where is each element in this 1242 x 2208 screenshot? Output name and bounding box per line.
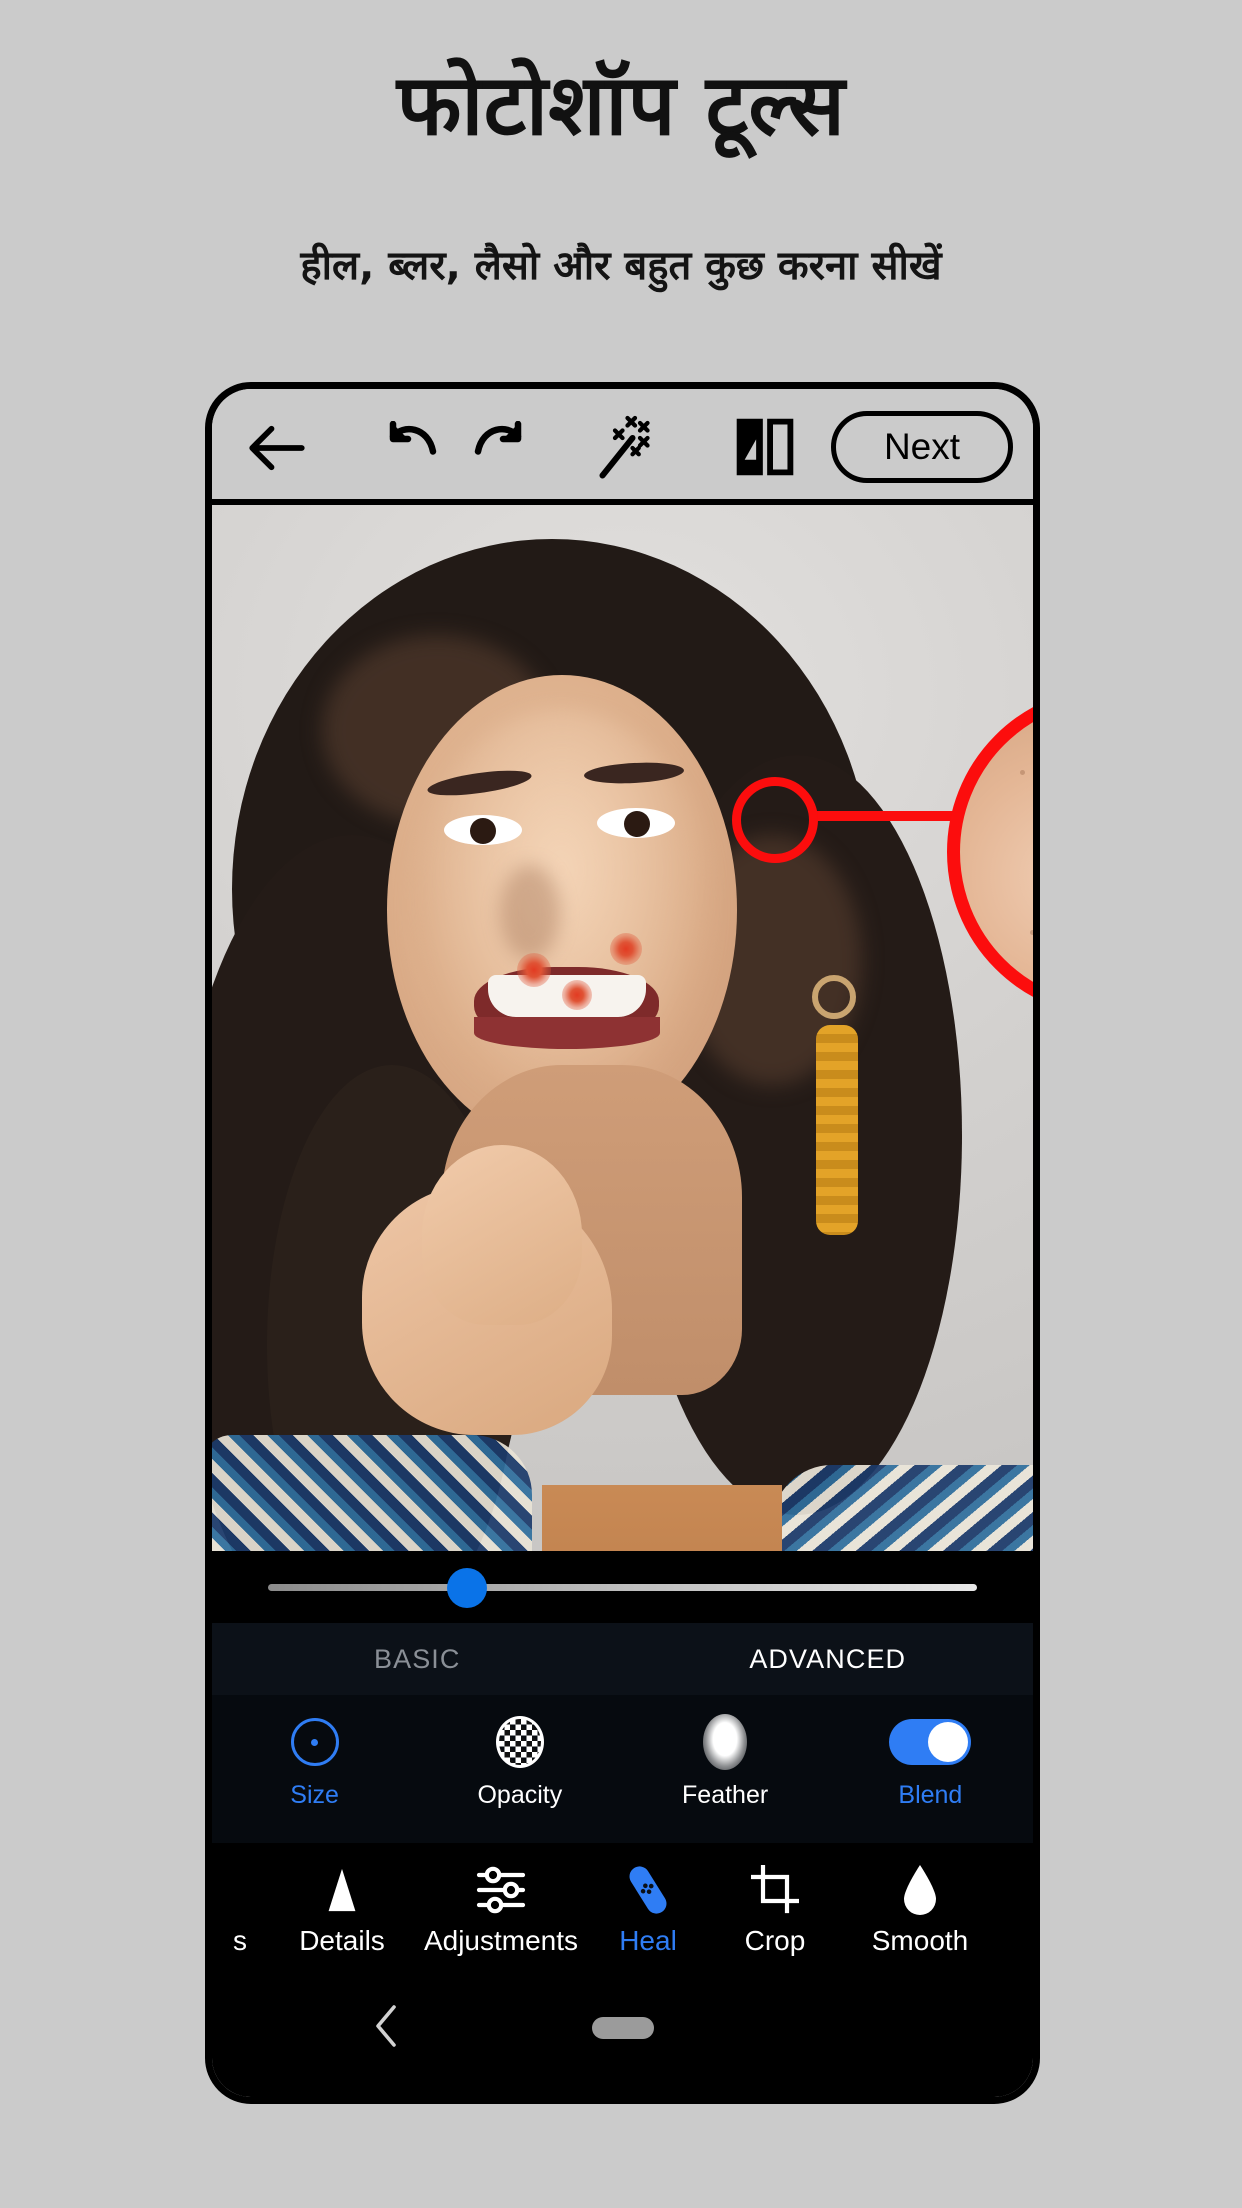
param-size-label: Size: [290, 1781, 339, 1809]
tool-crop[interactable]: Crop: [710, 1843, 840, 1979]
brush-size-circle-icon: [290, 1713, 339, 1771]
tool-details-label: Details: [299, 1925, 385, 1956]
tool-crop-label: Crop: [744, 1925, 806, 1956]
page-subtitle: हील, ब्लर, लैसो और बहुत कुछ करना सीखें: [300, 243, 942, 289]
promo-screenshot: फोटोशॉप टूल्स हील, ब्लर, लैसो और बहुत कु…: [0, 0, 1242, 2208]
next-button-label: Next: [883, 426, 961, 467]
droplet-icon: [898, 1859, 942, 1921]
blemish-spot: [517, 953, 551, 987]
page-title: फोटोशॉप टूल्स: [396, 56, 846, 154]
tool-adjustments-label: Adjustments: [423, 1925, 579, 1956]
tool-parameters-row: Size Opacity Feather Blend: [212, 1695, 1033, 1843]
tab-advanced[interactable]: ADVANCED: [623, 1623, 1034, 1695]
mode-tabs: BASIC ADVANCED: [212, 1623, 1033, 1695]
tool-clipped-label: s: [233, 1925, 247, 1956]
arrow-left-icon[interactable]: [244, 415, 310, 481]
param-opacity-label: Opacity: [477, 1781, 563, 1809]
next-button[interactable]: Next: [831, 411, 1013, 483]
tool-smooth[interactable]: Smooth: [840, 1843, 1000, 1979]
blemish-spot: [562, 980, 592, 1010]
param-size[interactable]: Size: [212, 1695, 417, 1843]
slider-thumb[interactable]: [446, 1568, 487, 1608]
param-blend-label: Blend: [898, 1781, 963, 1809]
callout-target-circle: [732, 777, 818, 863]
crop-icon: [751, 1859, 799, 1921]
portrait-photo: [212, 505, 1033, 1551]
before-after-compare-icon[interactable]: [732, 415, 798, 479]
tab-basic[interactable]: BASIC: [212, 1623, 623, 1695]
tool-details[interactable]: Details: [268, 1843, 416, 1979]
magic-wand-icon[interactable]: [592, 413, 658, 483]
editor-top-toolbar: Next: [212, 389, 1033, 505]
tool-heal[interactable]: Heal: [586, 1843, 710, 1979]
param-feather[interactable]: Feather: [623, 1695, 828, 1843]
brush-size-slider[interactable]: [212, 1551, 1033, 1623]
android-nav-bar: [212, 1965, 1033, 2097]
tool-strip: s Details Adjustments Heal Crop Smooth: [212, 1843, 1033, 1979]
blemish-spot: [610, 933, 642, 965]
tool-heal-label: Heal: [619, 1925, 677, 1956]
redo-icon[interactable]: [467, 419, 529, 479]
param-opacity[interactable]: Opacity: [417, 1695, 622, 1843]
skin-texture-magnifier: [947, 687, 1033, 1017]
tool-adjustments[interactable]: Adjustments: [416, 1843, 586, 1979]
tool-smooth-label: Smooth: [871, 1925, 969, 1956]
bandage-icon: [624, 1859, 672, 1921]
toggle-switch-icon[interactable]: [889, 1713, 972, 1771]
tool-clipped[interactable]: s: [212, 1843, 268, 1979]
phone-mockup: Next BASIC ADVANCED Size Opacity Feather…: [205, 382, 1040, 2104]
soft-blob-icon: [703, 1713, 748, 1771]
chevron-left-icon[interactable]: [370, 2003, 404, 2049]
triangle-icon: [319, 1859, 365, 1921]
param-feather-label: Feather: [682, 1781, 769, 1809]
checkerboard-circle-icon: [495, 1713, 544, 1771]
sliders-icon: [475, 1859, 527, 1921]
photo-canvas[interactable]: [212, 505, 1033, 1551]
slider-track[interactable]: [268, 1584, 977, 1591]
param-blend[interactable]: Blend: [828, 1695, 1033, 1843]
undo-icon[interactable]: [382, 419, 444, 479]
home-pill-icon[interactable]: [591, 2017, 654, 2039]
